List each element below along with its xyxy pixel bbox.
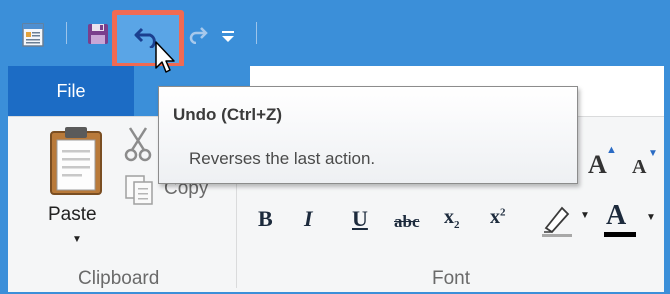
font-color-swatch xyxy=(604,232,636,237)
paste-button-label[interactable]: Paste xyxy=(48,204,97,226)
italic-icon[interactable]: I xyxy=(304,206,313,232)
customize-dropdown-icon[interactable] xyxy=(220,30,236,49)
shrink-font-icon[interactable]: A xyxy=(632,156,646,179)
window-frame-left xyxy=(0,0,8,294)
tooltip-title: Undo (Ctrl+Z) xyxy=(173,105,283,124)
bold-icon[interactable]: B xyxy=(258,206,273,232)
grow-font-icon[interactable]: A xyxy=(588,150,607,180)
mouse-cursor-icon xyxy=(154,40,178,81)
clipboard-paste-icon[interactable] xyxy=(48,126,104,203)
highlight-color-dropdown-icon[interactable]: ▼ xyxy=(580,210,590,221)
tooltip-description: Reverses the last action. xyxy=(189,149,376,168)
underline-icon[interactable]: U xyxy=(352,206,368,232)
font-group-label: Font xyxy=(432,268,471,289)
window-frame-right xyxy=(664,0,670,294)
strikethrough-icon[interactable]: abc xyxy=(394,212,420,232)
grow-font-arrow-icon: ▲ xyxy=(606,144,617,156)
save-icon[interactable] xyxy=(86,22,110,51)
qat-separator xyxy=(256,22,257,44)
tab-file[interactable]: File xyxy=(8,66,134,116)
font-color-dropdown-icon[interactable]: ▼ xyxy=(646,212,656,223)
shrink-font-arrow-icon: ▼ xyxy=(648,148,658,159)
undo-tooltip: Undo (Ctrl+Z) Reverses the last action. xyxy=(158,86,578,184)
redo-icon[interactable] xyxy=(188,26,208,49)
qat-separator xyxy=(66,22,67,44)
paste-dropdown-icon[interactable]: ▼ xyxy=(72,234,82,245)
font-color-icon[interactable]: A xyxy=(606,200,626,232)
superscript-icon[interactable]: x2 xyxy=(490,206,506,229)
properties-icon[interactable] xyxy=(20,22,46,53)
subscript-icon[interactable]: x2 xyxy=(444,206,460,231)
cut-icon[interactable] xyxy=(124,126,152,167)
clipboard-group-label: Clipboard xyxy=(78,268,160,289)
copy-icon[interactable] xyxy=(122,172,158,213)
highlight-color-icon[interactable] xyxy=(540,202,576,243)
